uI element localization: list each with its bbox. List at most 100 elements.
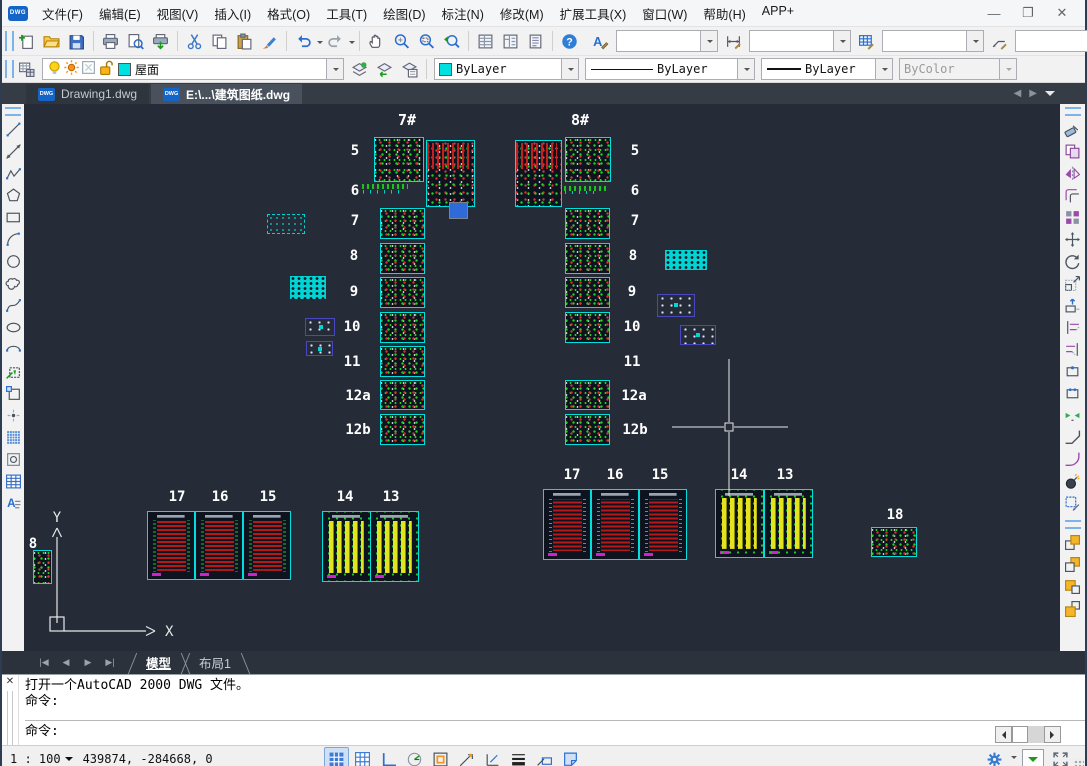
text-style-button[interactable]: A [588, 29, 613, 53]
color-combo-arrow[interactable] [561, 59, 578, 79]
osnap-toggle[interactable] [428, 747, 453, 766]
annotation-toggle[interactable] [558, 747, 583, 766]
point-button[interactable] [3, 404, 24, 426]
dimension-style-combo-arrow[interactable] [833, 31, 850, 51]
command-input[interactable]: 命令: [25, 720, 1085, 745]
ducs-toggle[interactable] [480, 747, 505, 766]
fullscreen-button[interactable] [1049, 747, 1071, 766]
doc-tab-active-drawing[interactable]: DWG E:\...\建筑图纸.dwg [151, 84, 302, 104]
match-properties-button[interactable] [257, 29, 282, 53]
scale-button[interactable] [1062, 272, 1083, 294]
scroll-left-icon[interactable] [995, 726, 1012, 743]
grid-toggle[interactable] [350, 747, 375, 766]
pan-button[interactable] [364, 29, 389, 53]
elevation-thumbnail[interactable] [715, 489, 764, 558]
model-space-button[interactable] [1022, 749, 1044, 766]
multileader-style-combo[interactable] [1015, 30, 1087, 52]
break-button[interactable] [1062, 382, 1083, 404]
toolbar-grip[interactable] [5, 107, 21, 116]
previous-layout-button[interactable]: ◀ [58, 657, 74, 668]
stretch-button[interactable] [1062, 294, 1083, 316]
menu-item-insert[interactable]: 插入(I) [206, 2, 259, 25]
polyline-button[interactable] [3, 162, 24, 184]
toolbar-grip[interactable] [1065, 520, 1081, 529]
settings-menu-button[interactable] [983, 747, 1005, 766]
elevation-thumbnail[interactable] [322, 511, 371, 582]
block-reference[interactable] [680, 325, 716, 345]
offset-button[interactable] [1062, 184, 1083, 206]
tab-scroll-right-icon[interactable]: ▶ [1029, 88, 1037, 99]
mtext-button[interactable]: A [3, 492, 24, 514]
menu-item-help[interactable]: 帮助(H) [695, 2, 753, 25]
elevation-thumbnail[interactable] [147, 511, 195, 580]
block-reference[interactable] [305, 318, 335, 336]
elevation-thumbnail[interactable] [195, 511, 243, 580]
elevation-thumbnail[interactable] [764, 489, 813, 558]
floorplan-thumbnail[interactable] [565, 414, 610, 445]
menu-item-dimension[interactable]: 标注(N) [434, 2, 492, 25]
rotate-button[interactable] [1062, 250, 1083, 272]
print-preview-button[interactable] [123, 29, 148, 53]
menu-item-edit[interactable]: 编辑(E) [91, 2, 149, 25]
open-button[interactable] [39, 29, 64, 53]
multileader-style-button[interactable] [987, 29, 1012, 53]
scrollbar-thumb[interactable] [1012, 726, 1028, 743]
close-button[interactable]: ✕ [1047, 3, 1077, 23]
floorplan-thumbnail[interactable] [33, 550, 52, 584]
block-reference[interactable] [267, 214, 305, 234]
floorplan-thumbnail[interactable] [565, 208, 610, 239]
zoom-window-button[interactable] [414, 29, 439, 53]
annotation-text[interactable] [362, 182, 408, 195]
circle-button[interactable] [3, 250, 24, 272]
copy-button[interactable] [207, 29, 232, 53]
zoom-previous-button[interactable] [439, 29, 464, 53]
paste-button[interactable] [232, 29, 257, 53]
block-reference[interactable] [290, 276, 326, 299]
construction-line-button[interactable] [3, 140, 24, 162]
toolbar-grip[interactable] [1065, 107, 1081, 116]
lineweight-toggle[interactable] [506, 747, 531, 766]
tab-model[interactable]: 模型 [132, 651, 185, 674]
lineweight-combo-arrow[interactable] [875, 59, 892, 79]
ortho-toggle[interactable] [376, 747, 401, 766]
draworder-back-button[interactable] [1062, 553, 1083, 575]
settings-caret-icon[interactable] [1011, 756, 1017, 762]
layer-states-button[interactable] [397, 57, 422, 81]
menu-item-window[interactable]: 窗口(W) [634, 2, 695, 25]
draworder-above-button[interactable] [1062, 575, 1083, 597]
fillet-button[interactable] [1062, 448, 1083, 470]
floorplan-thumbnail[interactable] [565, 243, 610, 274]
toolpalettes-button[interactable] [523, 29, 548, 53]
dimension-style-combo[interactable] [749, 30, 851, 52]
explode-button[interactable] [1062, 470, 1083, 492]
tab-list-icon[interactable] [1045, 91, 1055, 101]
toolbar-grip[interactable] [5, 31, 14, 51]
command-scrollbar[interactable] [995, 726, 1061, 743]
command-grip[interactable] [7, 691, 13, 745]
erase-button[interactable] [1062, 118, 1083, 140]
text-style-combo[interactable] [616, 30, 718, 52]
zoom-realtime-button[interactable] [389, 29, 414, 53]
tab-scroll-left-icon[interactable]: ◀ [1014, 88, 1022, 99]
menu-item-app-plus[interactable]: APP+ [754, 2, 802, 25]
toolbar-grip[interactable] [5, 60, 14, 78]
draworder-front-button[interactable] [1062, 531, 1083, 553]
copy-object-button[interactable] [1062, 140, 1083, 162]
layer-previous-button[interactable] [372, 57, 397, 81]
menu-item-draw[interactable]: 绘图(D) [375, 2, 433, 25]
drawing-canvas[interactable]: 7#8#56789101112a12b56789101112a12b171615… [24, 104, 1060, 651]
revision-cloud-button[interactable] [3, 272, 24, 294]
color-combo[interactable]: ByLayer [434, 58, 579, 80]
table-style-combo[interactable] [882, 30, 984, 52]
layer-color-swatch[interactable] [118, 63, 131, 76]
app-icon[interactable]: DWG [8, 6, 28, 21]
move-button[interactable] [1062, 228, 1083, 250]
floorplan-thumbnail[interactable] [565, 312, 610, 343]
trim-button[interactable] [1062, 316, 1083, 338]
layer-thaw-icon[interactable] [63, 59, 80, 79]
tab-layout1[interactable]: 布局1 [185, 651, 245, 674]
arc-button[interactable] [3, 228, 24, 250]
elevation-thumbnail[interactable] [370, 511, 419, 582]
line-button[interactable] [3, 118, 24, 140]
selection-highlight[interactable] [449, 202, 468, 219]
